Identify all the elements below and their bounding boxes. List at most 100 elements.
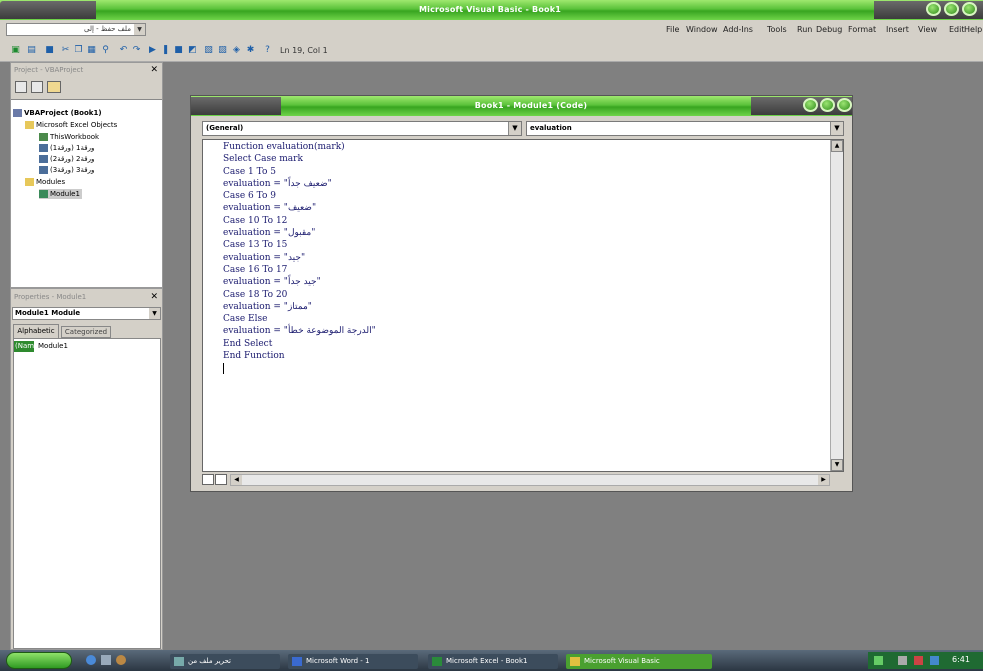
taskbar-item-editor[interactable]: تحرير ملف من [170, 654, 280, 669]
cut-icon[interactable]: ✂ [60, 45, 71, 56]
insert-module-icon[interactable]: ▤ [26, 45, 37, 56]
tray-icon-4[interactable] [930, 656, 939, 665]
project-explorer-close-icon[interactable]: ✕ [150, 65, 158, 75]
address-box[interactable]: ملف حفظ - إلى ▼ [6, 23, 146, 36]
menu-file[interactable]: File [666, 25, 679, 34]
system-tray: 6:41 [868, 652, 983, 669]
procedure-combo[interactable]: evaluation ▼ [526, 121, 844, 136]
scroll-left-icon[interactable]: ◀ [231, 475, 242, 485]
break-icon[interactable]: ❚ [160, 45, 171, 56]
taskbar-item-word[interactable]: Microsoft Word - 1 [288, 654, 418, 669]
prop-name-row[interactable]: (Name) Module1 [14, 341, 160, 352]
run-icon[interactable]: ▶ [147, 45, 158, 56]
prop-name-value[interactable]: Module1 [38, 341, 68, 352]
properties-dropdown-icon[interactable]: ▼ [149, 308, 160, 319]
find-icon[interactable]: ⚲ [100, 45, 111, 56]
menu-help[interactable]: Help [964, 25, 982, 34]
menu-run[interactable]: Run [797, 25, 812, 34]
code-line: Case Else [223, 314, 268, 325]
properties-close-icon[interactable]: ✕ [150, 292, 158, 302]
taskbar-item-excel[interactable]: Microsoft Excel - Book1 [428, 654, 558, 669]
copy-icon[interactable]: ❐ [73, 45, 84, 56]
code-window-title: Book1 - Module1 (Code) [474, 101, 588, 110]
tray-icon-3[interactable] [914, 656, 923, 665]
object-browser-icon[interactable]: ◈ [231, 45, 242, 56]
horizontal-scrollbar[interactable]: ◀ ▶ [230, 474, 830, 486]
procedure-combo-dropdown-icon[interactable]: ▼ [830, 122, 843, 135]
folder-icon [25, 121, 34, 129]
project-explorer-buttons [11, 79, 162, 97]
tree-excel-objects[interactable]: Microsoft Excel Objects [25, 120, 117, 130]
vertical-scrollbar[interactable]: ▲ ▼ [830, 140, 843, 471]
save-icon[interactable]: ■ [44, 45, 55, 56]
tree-root[interactable]: VBAProject (Book1) [13, 108, 102, 118]
object-combo-dropdown-icon[interactable]: ▼ [508, 122, 521, 135]
reset-icon[interactable]: ■ [173, 45, 184, 56]
code-line: evaluation = "الدرجة الموضوعة خطأ" [223, 326, 376, 337]
properties-object-select[interactable]: Module1 Module ▼ [12, 307, 161, 320]
menu-format[interactable]: Format [848, 25, 876, 34]
code-close-button[interactable] [837, 98, 852, 112]
sheet-icon [39, 144, 48, 152]
folder-icon [25, 178, 34, 186]
code-minimize-button[interactable] [803, 98, 818, 112]
object-combo[interactable]: (General) ▼ [202, 121, 522, 136]
maximize-button[interactable] [944, 2, 959, 16]
scroll-up-icon[interactable]: ▲ [831, 140, 843, 152]
view-object-icon[interactable] [31, 81, 43, 93]
paste-icon[interactable]: ▦ [86, 45, 97, 56]
toolbox-icon[interactable]: ✱ [245, 45, 256, 56]
code-editor[interactable]: Function evaluation(mark) Select Case ma… [202, 139, 844, 472]
scroll-down-icon[interactable]: ▼ [831, 459, 843, 471]
menu-edit[interactable]: Edit [949, 25, 965, 34]
code-title-left-cap [191, 97, 281, 115]
project-explorer-icon[interactable]: ▧ [203, 45, 214, 56]
properties-icon[interactable]: ▨ [217, 45, 228, 56]
close-button[interactable] [962, 2, 977, 16]
scroll-right-icon[interactable]: ▶ [818, 475, 829, 485]
tree-sheet-2[interactable]: (ورقة2) ورقة2 [39, 154, 94, 164]
tray-icon-2[interactable] [898, 656, 907, 665]
menu-insert[interactable]: Insert [886, 25, 909, 34]
menu-window[interactable]: Window [686, 25, 718, 34]
word-icon [292, 657, 302, 666]
clock[interactable]: 6:41 [952, 655, 970, 664]
menu-addins[interactable]: Add-Ins [723, 25, 753, 34]
tree-sheet-2-label: (ورقة2) ورقة2 [50, 155, 95, 163]
taskbar: تحرير ملف من Microsoft Word - 1 Microsof… [0, 650, 983, 671]
tree-thisworkbook[interactable]: ThisWorkbook [39, 132, 99, 142]
toggle-folders-icon[interactable] [47, 81, 61, 93]
module-view-icon[interactable] [215, 474, 227, 485]
procedure-combo-value: evaluation [530, 124, 572, 132]
code-line: evaluation = "ممتاز" [223, 301, 312, 312]
undo-icon[interactable]: ↶ [118, 45, 129, 56]
address-dropdown-icon[interactable]: ▼ [134, 24, 145, 35]
redo-icon[interactable]: ↷ [131, 45, 142, 56]
code-lines[interactable]: Function evaluation(mark) Select Case ma… [223, 141, 376, 375]
menu-view[interactable]: View [918, 25, 937, 34]
taskbar-item-vba[interactable]: Microsoft Visual Basic [566, 654, 712, 669]
code-maximize-button[interactable] [820, 98, 835, 112]
help-icon[interactable]: ? [262, 45, 273, 56]
code-line: Select Case mark [223, 154, 303, 165]
excel-icon[interactable]: ▣ [10, 45, 21, 56]
tree-sheet-3[interactable]: (ورقة3) ورقة3 [39, 165, 94, 175]
tree-sheet-1[interactable]: (ورقة1) ورقة1 [39, 143, 94, 153]
tree-modules[interactable]: Modules [25, 177, 65, 187]
procedure-view-icon[interactable] [202, 474, 214, 485]
tray-icon-1[interactable] [874, 656, 883, 665]
start-button[interactable] [6, 652, 72, 669]
tab-categorized[interactable]: Categorized [61, 326, 111, 338]
menu-debug[interactable]: Debug [816, 25, 842, 34]
quicklaunch-desktop-icon[interactable] [101, 655, 111, 665]
tab-alphabetic[interactable]: Alphabetic [13, 324, 59, 338]
code-line: evaluation = "جيد" [223, 252, 306, 263]
view-code-icon[interactable] [15, 81, 27, 93]
project-explorer-title: Project - VBAProject [14, 66, 84, 74]
quicklaunch-ie-icon[interactable] [86, 655, 96, 665]
menu-tools[interactable]: Tools [767, 25, 787, 34]
design-mode-icon[interactable]: ◩ [187, 45, 198, 56]
minimize-button[interactable] [926, 2, 941, 16]
tree-module1[interactable]: Module1 [39, 189, 82, 199]
quicklaunch-media-icon[interactable] [116, 655, 126, 665]
